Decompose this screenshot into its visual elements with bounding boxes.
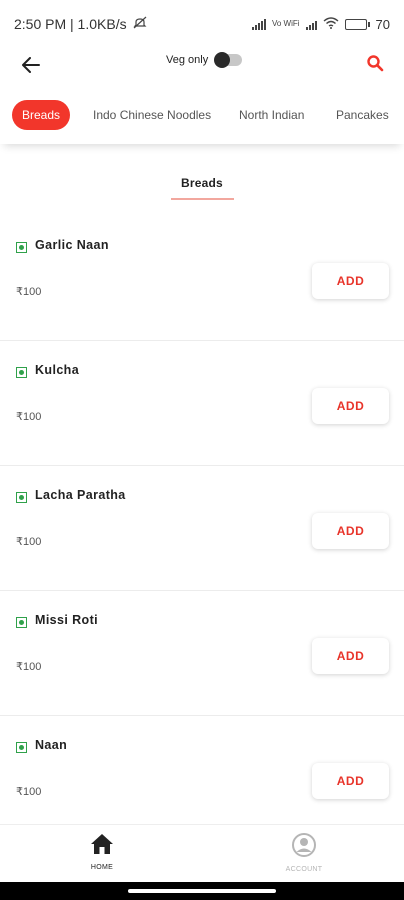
section-underline <box>171 198 234 200</box>
nav-home[interactable]: HOME <box>72 833 132 871</box>
menu-list: Garlic Naan ₹100 ADD Kulcha ₹100 ADD Lac… <box>0 216 404 841</box>
nav-home-label: HOME <box>90 864 114 871</box>
category-tabs: Breads Indo Chinese Noodles North Indian… <box>0 88 404 144</box>
veg-indicator-icon <box>16 367 27 378</box>
menu-item: Kulcha ₹100 ADD <box>0 341 404 466</box>
item-price: ₹100 <box>16 411 42 423</box>
tab-breads[interactable]: Breads <box>12 100 70 130</box>
search-icon[interactable] <box>364 52 386 74</box>
gesture-handle[interactable] <box>128 889 276 893</box>
item-name: Garlic Naan <box>35 238 109 252</box>
item-name: Lacha Paratha <box>35 488 126 502</box>
item-price: ₹100 <box>16 786 42 798</box>
item-name: Missi Roti <box>35 613 99 627</box>
battery-icon <box>344 18 370 30</box>
item-price: ₹100 <box>16 661 42 673</box>
app-header: Veg only <box>0 48 404 88</box>
menu-item: Missi Roti ₹100 ADD <box>0 591 404 716</box>
veg-indicator-icon <box>16 617 27 628</box>
nav-account[interactable]: ACCOUNT <box>274 833 334 873</box>
add-button[interactable]: ADD <box>312 513 389 549</box>
signal-icon-2 <box>305 18 317 30</box>
veg-only-label: Veg only <box>166 54 209 66</box>
vowifi-label: Vo WiFi <box>271 19 300 28</box>
add-button[interactable]: ADD <box>312 388 389 424</box>
signal-icon <box>251 18 266 30</box>
status-bar: 2:50 PM | 1.0KB/s Vo WiFi 70 <box>0 0 404 48</box>
battery-percent: 70 <box>375 16 390 32</box>
home-icon <box>90 834 114 859</box>
add-button[interactable]: ADD <box>312 638 389 674</box>
wifi-icon <box>323 16 339 32</box>
status-time: 2:50 PM | 1.0KB/s <box>14 16 127 32</box>
bottom-nav: HOME ACCOUNT <box>0 824 404 882</box>
item-price: ₹100 <box>16 286 42 298</box>
tab-pancakes[interactable]: Pancakes <box>336 100 389 130</box>
menu-item: Garlic Naan ₹100 ADD <box>0 216 404 341</box>
veg-only-toggle[interactable] <box>214 52 243 68</box>
menu-item: Naan ₹100 ADD <box>0 716 404 841</box>
veg-indicator-icon <box>16 492 27 503</box>
add-button[interactable]: ADD <box>312 763 389 799</box>
mute-icon <box>133 16 147 33</box>
nav-account-label: ACCOUNT <box>285 866 323 873</box>
tab-north-indian[interactable]: North Indian <box>239 100 304 130</box>
section-title: Breads <box>181 176 223 190</box>
veg-indicator-icon <box>16 742 27 753</box>
system-gesture-bar <box>0 882 404 900</box>
tab-indo-chinese-noodles[interactable]: Indo Chinese Noodles <box>93 100 211 130</box>
veg-only-filter: Veg only <box>166 52 243 68</box>
add-button[interactable]: ADD <box>312 263 389 299</box>
menu-item: Lacha Paratha ₹100 ADD <box>0 466 404 591</box>
back-arrow-icon[interactable] <box>18 52 44 78</box>
item-price: ₹100 <box>16 536 42 548</box>
item-name: Naan <box>35 738 68 752</box>
item-name: Kulcha <box>35 363 80 377</box>
veg-indicator-icon <box>16 242 27 253</box>
account-icon <box>292 833 316 861</box>
